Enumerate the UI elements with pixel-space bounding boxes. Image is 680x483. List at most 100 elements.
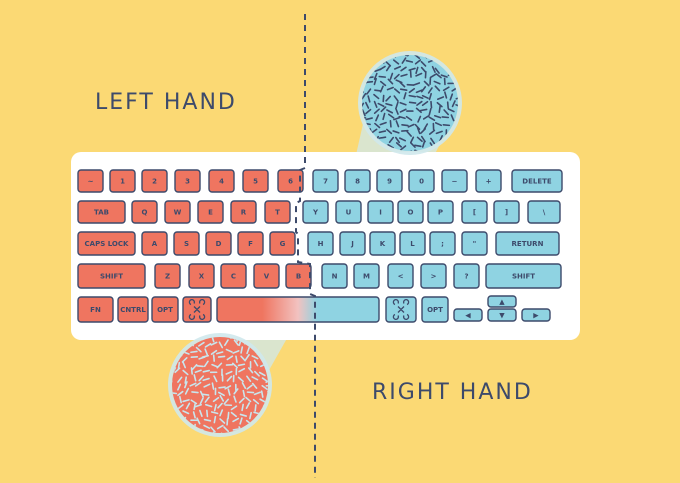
key-t-left[interactable]: T	[264, 200, 291, 224]
texture-dash	[247, 431, 253, 433]
key-caps-lock-left[interactable]: CAPS LOCK	[77, 231, 136, 256]
texture-dash	[362, 70, 366, 78]
key-h-right[interactable]: H	[307, 231, 334, 256]
key-command-left[interactable]	[182, 296, 212, 323]
key-k-right[interactable]: K	[369, 231, 396, 256]
key-i-right[interactable]: I	[367, 200, 394, 224]
key-q-left[interactable]: Q	[131, 200, 158, 224]
key-label: L	[410, 240, 415, 248]
key-tab-left[interactable]: TAB	[77, 200, 126, 224]
texture-dash	[178, 432, 182, 433]
texture-dash	[211, 382, 215, 390]
texture-dash	[217, 355, 226, 358]
key-a-left[interactable]: A	[141, 231, 168, 256]
key-label: SHIFT	[100, 273, 123, 281]
key-label: K	[380, 240, 386, 248]
key-opt-right[interactable]: OPT	[421, 296, 449, 323]
texture-dash	[447, 61, 456, 65]
texture-dash	[379, 55, 384, 60]
key-arrow-up-right[interactable]: ▲	[487, 295, 517, 308]
key-quote-right[interactable]: "	[461, 231, 488, 256]
key-z-left[interactable]: Z	[154, 263, 181, 289]
texture-dash	[235, 355, 238, 363]
key-r-left[interactable]: R	[230, 200, 257, 224]
key-semicolon-right[interactable]: ;	[429, 231, 456, 256]
texture-dash	[260, 390, 264, 398]
texture-dash	[378, 75, 387, 78]
key-label: 8	[355, 178, 360, 186]
key-opt-left[interactable]: OPT	[151, 296, 179, 323]
key-right-bracket-right[interactable]: ]	[493, 200, 520, 224]
texture-dash	[196, 365, 204, 368]
texture-dash	[254, 426, 262, 431]
key-left-bracket-right[interactable]: [	[461, 200, 488, 224]
texture-dash	[414, 144, 422, 148]
key-label: Z	[165, 273, 170, 281]
key-u-right[interactable]: U	[335, 200, 362, 224]
key-label: 1	[120, 178, 125, 186]
key-label: Y	[312, 209, 319, 217]
key-plus-right[interactable]: +	[475, 169, 502, 193]
texture-dash	[454, 135, 458, 142]
texture-dash	[456, 145, 458, 150]
key-label: −	[452, 178, 458, 186]
texture-dash	[408, 94, 417, 98]
key-shift-left[interactable]: SHIFT	[77, 263, 146, 289]
key-fn-left[interactable]: FN	[77, 296, 114, 323]
key-9-right[interactable]: 9	[376, 169, 403, 193]
key-b-left[interactable]: B	[285, 263, 312, 289]
key-2-left[interactable]: 2	[141, 169, 168, 193]
key-v-left[interactable]: V	[253, 263, 280, 289]
key-label: X	[199, 273, 205, 281]
key-label: M	[363, 273, 370, 281]
key-p-right[interactable]: P	[427, 200, 454, 224]
key-e-left[interactable]: E	[197, 200, 224, 224]
key-0-right[interactable]: 0	[408, 169, 435, 193]
texture-dash	[365, 80, 374, 84]
key-s-left[interactable]: S	[173, 231, 200, 256]
key-label: Q	[142, 209, 148, 217]
key-label: 4	[219, 178, 224, 186]
key-w-left[interactable]: W	[164, 200, 191, 224]
key-c-left[interactable]: C	[220, 263, 247, 289]
key-tilde-left[interactable]: ~	[77, 169, 104, 193]
key-5-left[interactable]: 5	[242, 169, 269, 193]
key-delete-right[interactable]: DELETE	[511, 169, 563, 193]
key-label: CNTRL	[120, 306, 146, 314]
key-arrow-left-right[interactable]: ◀	[453, 308, 483, 322]
key-1-left[interactable]: 1	[109, 169, 136, 193]
key-x-left[interactable]: X	[188, 263, 215, 289]
key-space-split[interactable]	[216, 296, 380, 323]
key-y-right[interactable]: Y	[302, 200, 329, 224]
key-less-than-right[interactable]: <	[387, 263, 414, 289]
key-f-left[interactable]: F	[237, 231, 264, 256]
key-label: O	[408, 209, 414, 217]
key-backslash-right[interactable]: \	[527, 200, 561, 224]
key-arrow-right-right[interactable]: ▶	[521, 308, 551, 322]
key-question-right[interactable]: ?	[453, 263, 480, 289]
texture-dash	[213, 415, 217, 424]
key-o-right[interactable]: O	[397, 200, 424, 224]
key-4-left[interactable]: 4	[208, 169, 235, 193]
key-arrow-down-right[interactable]: ▼	[487, 308, 517, 322]
key-l-right[interactable]: L	[399, 231, 426, 256]
key-3-left[interactable]: 3	[174, 169, 201, 193]
key-shift-right[interactable]: SHIFT	[485, 263, 562, 289]
key-7-right[interactable]: 7	[312, 169, 339, 193]
key-8-right[interactable]: 8	[344, 169, 371, 193]
key-return-right[interactable]: RETURN	[495, 231, 560, 256]
texture-dash	[401, 123, 409, 127]
key-g-left[interactable]: G	[269, 231, 296, 256]
key-j-right[interactable]: J	[339, 231, 366, 256]
key-command-right[interactable]	[385, 296, 417, 323]
texture-dash	[378, 136, 387, 139]
key-n-right[interactable]: N	[321, 263, 348, 289]
key-m-right[interactable]: M	[353, 263, 380, 289]
key-cntrl-left[interactable]: CNTRL	[117, 296, 149, 323]
key-greater-than-right[interactable]: >	[420, 263, 447, 289]
key-label: >	[431, 273, 437, 281]
key-d-left[interactable]: D	[205, 231, 232, 256]
key-minus-right[interactable]: −	[441, 169, 468, 193]
texture-dash	[456, 57, 458, 66]
illustration: ~1 2 3 4 5 6 7 8 9 0 − + DELETE TAB Q W E R T Y U I O P [] \ CAPS …	[0, 0, 680, 483]
